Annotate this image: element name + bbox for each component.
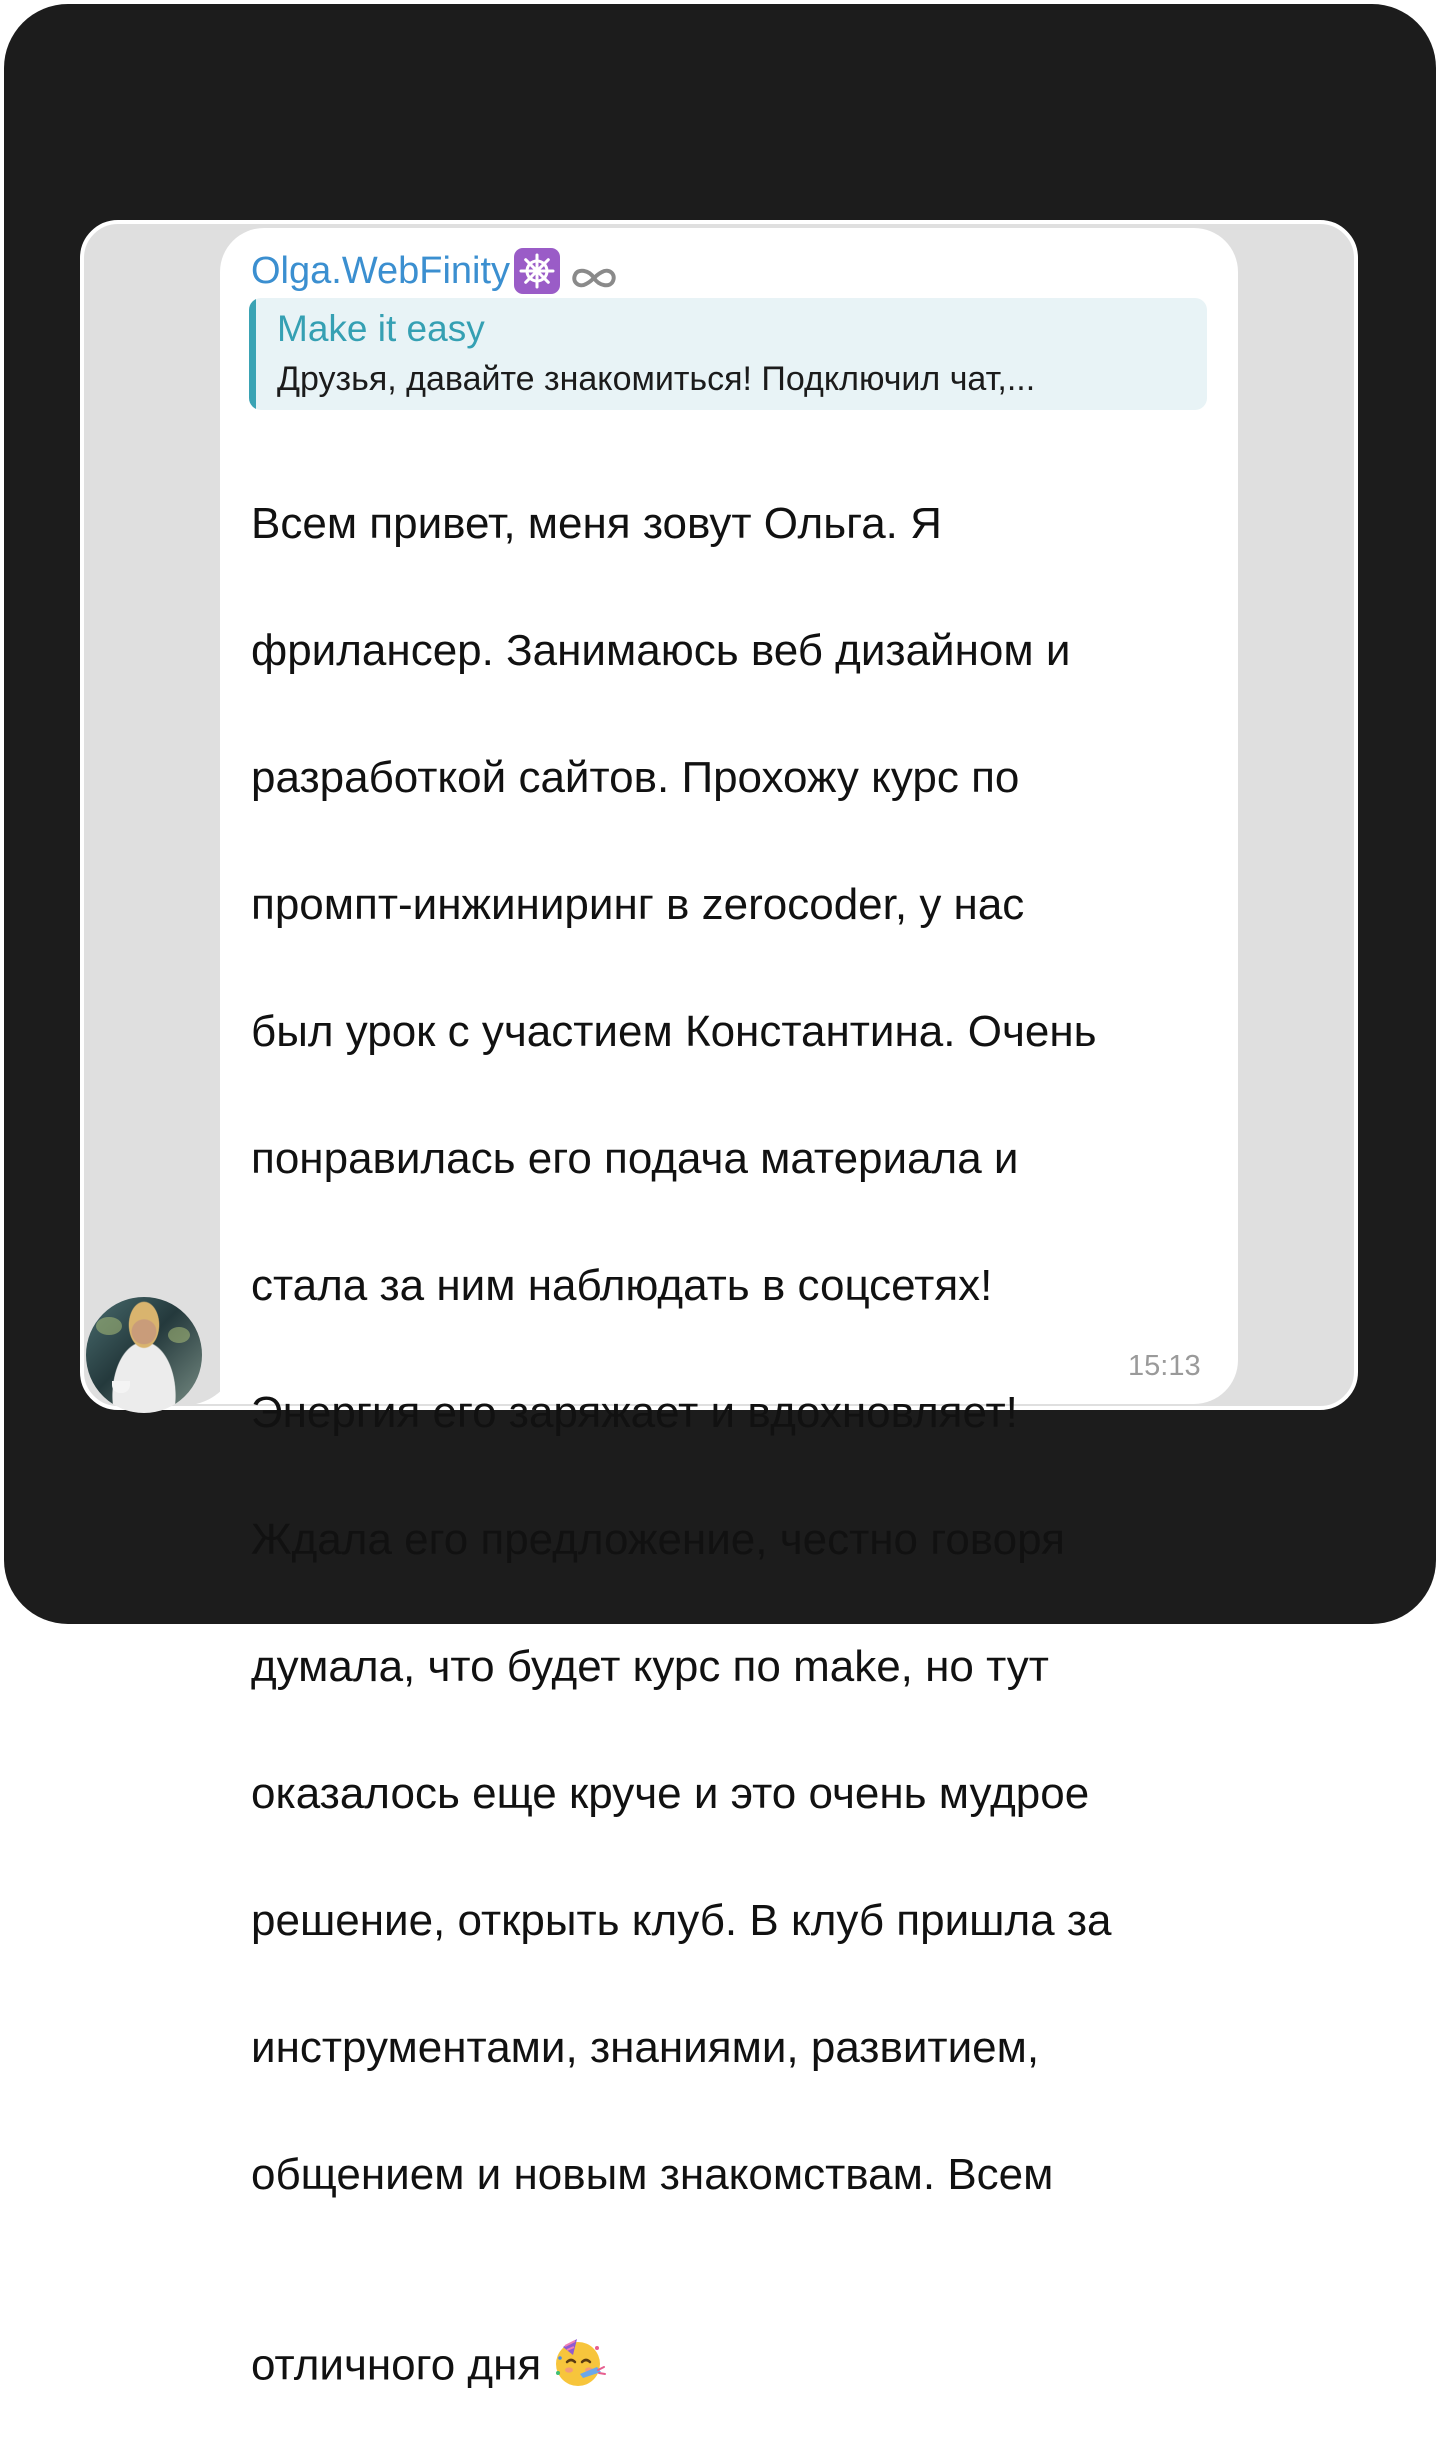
message-line: решение, открыть клуб. В клуб пришла за <box>251 1895 1112 1945</box>
sender-avatar[interactable] <box>86 1297 202 1413</box>
message-line: стала за ним наблюдать в соцсетях! <box>251 1260 993 1310</box>
message-line: Ждала его предложение, честно говоря <box>251 1514 1065 1564</box>
message-last-line: отличного дня <box>251 2270 1211 2397</box>
reply-accent-bar <box>249 298 256 410</box>
infinity-icon <box>568 256 620 288</box>
avatar-photo-detail <box>112 1381 130 1393</box>
message-line: оказалось еще круче и это очень мудрое <box>251 1768 1090 1818</box>
sender-name[interactable]: Olga.WebFinity <box>251 246 510 296</box>
message-line: общением и новым знакомствам. Всем <box>251 2149 1054 2199</box>
message-line: фрилансер. Занимаюсь веб дизайном и <box>251 625 1071 675</box>
message-line: был урок с участием Константина. Очень <box>251 1006 1097 1056</box>
reply-author: Make it easy <box>277 308 485 349</box>
message-line: отличного дня <box>251 2340 542 2389</box>
message-line: Энергия его заряжает и вдохновляет! <box>251 1387 1018 1437</box>
helm-badge-icon <box>514 248 561 294</box>
message-line: разработкой сайтов. Прохожу курс по <box>251 752 1020 802</box>
avatar-photo-detail <box>168 1327 190 1343</box>
message-line: понравилась его подача материала и <box>251 1133 1019 1183</box>
sender-header[interactable]: Olga.WebFinity <box>251 246 620 296</box>
message-line: инструментами, знаниями, развитием, <box>251 2022 1040 2072</box>
partying-face-icon <box>549 2270 607 2386</box>
avatar-photo-detail <box>96 1317 122 1335</box>
message-text: Всем привет, меня зовут Ольга. Я фриланс… <box>251 428 1211 2460</box>
message-line: Всем привет, меня зовут Ольга. Я <box>251 498 942 548</box>
reply-text: Друзья, давайте знакомиться! Подключил ч… <box>277 360 1036 398</box>
message-line: думала, что будет курс по make, но тут <box>251 1641 1049 1691</box>
reply-preview[interactable]: Make it easy Друзья, давайте знакомиться… <box>249 298 1207 410</box>
message-timestamp: 15:13 <box>1128 1350 1201 1382</box>
message-line: промпт-инжиниринг в zerocoder, у нас <box>251 879 1025 929</box>
